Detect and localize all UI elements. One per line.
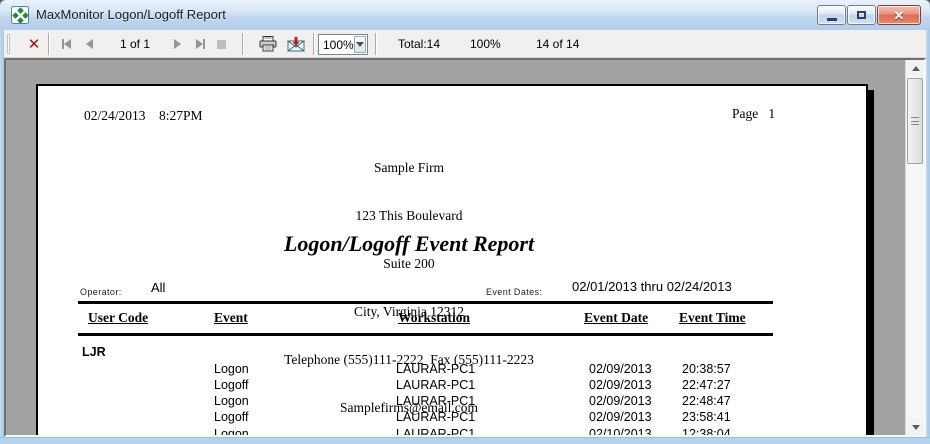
window-border-left <box>0 30 4 444</box>
cell-event-time: 20:38:57 <box>682 362 731 376</box>
operator-label: Operator: <box>80 287 122 297</box>
close-report-icon: ✕ <box>28 35 41 53</box>
window-border-right <box>926 30 930 444</box>
cell-workstation: LAURAR-PC1 <box>396 410 475 424</box>
column-header-event-time: Event Time <box>679 310 746 326</box>
header-rule-top <box>78 301 773 304</box>
app-window: MaxMonitor Logon/Logoff Report ✕ ✕ 1 of … <box>0 0 930 444</box>
print-button[interactable] <box>256 30 280 58</box>
report-viewer: 02/24/2013 8:27PM Page 1 Sample Firm 123… <box>4 58 926 437</box>
cell-event-time: 22:47:27 <box>682 378 731 392</box>
first-page-button[interactable] <box>56 30 76 58</box>
cell-event-time: 23:58:41 <box>682 410 731 424</box>
event-dates-value: 02/01/2013 thru 02/24/2013 <box>572 279 732 294</box>
export-envelope-icon <box>287 37 305 52</box>
load-progress-label: 100% <box>470 30 501 58</box>
restore-icon <box>857 11 866 19</box>
vertical-scrollbar[interactable] <box>905 60 924 435</box>
report-toolbar: ✕ 1 of 1 <box>4 30 926 58</box>
page-indicator: 1 of 1 <box>100 30 170 58</box>
close-window-button[interactable]: ✕ <box>877 5 921 25</box>
arrow-up-icon <box>912 66 920 71</box>
column-header-event: Event <box>214 310 248 326</box>
operator-value: All <box>151 280 165 295</box>
firm-name: Sample Firm <box>38 160 780 176</box>
cell-event: Logon <box>214 394 249 408</box>
group-user-code: LJR <box>82 345 106 359</box>
firm-suite: Suite 200 <box>38 256 780 272</box>
window-border-bottom <box>0 437 930 444</box>
page-number-value: 1 <box>768 106 775 121</box>
cell-event-time: 22:48:47 <box>682 394 731 408</box>
column-header-user-code: User Code <box>88 310 148 326</box>
cell-event: Logon <box>214 427 249 437</box>
column-header-workstation: Workstation <box>398 310 470 326</box>
previous-page-icon <box>86 39 93 49</box>
scrollbar-thumb[interactable] <box>907 78 923 164</box>
last-page-button[interactable] <box>190 30 210 58</box>
cell-workstation: LAURAR-PC1 <box>396 362 475 376</box>
titlebar: MaxMonitor Logon/Logoff Report ✕ <box>0 0 930 30</box>
app-icon <box>11 6 29 24</box>
total-records-label: Total:14 <box>398 30 440 58</box>
cell-event: Logon <box>214 362 249 376</box>
zoom-combobox[interactable]: 100% <box>318 34 368 55</box>
thumb-grip-icon <box>911 117 919 125</box>
next-page-icon <box>174 39 181 49</box>
report-page-number: Page 1 <box>732 106 775 122</box>
chevron-down-icon <box>356 42 364 47</box>
cell-event: Logoff <box>214 378 249 392</box>
separator <box>375 33 377 55</box>
column-header-event-date: Event Date <box>584 310 648 326</box>
separator <box>48 33 50 55</box>
restore-button[interactable] <box>847 5 876 25</box>
report-page: 02/24/2013 8:27PM Page 1 Sample Firm 123… <box>36 84 868 437</box>
scroll-down-button[interactable] <box>907 419 924 435</box>
cell-workstation: LAURAR-PC1 <box>396 427 475 437</box>
window-title: MaxMonitor Logon/Logoff Report <box>36 7 226 22</box>
close-report-button[interactable]: ✕ <box>22 30 46 58</box>
cell-event-date: 02/10/2013 <box>589 427 652 437</box>
report-generated-datetime: 02/24/2013 8:27PM <box>84 108 203 124</box>
firm-street: 123 This Boulevard <box>38 208 780 224</box>
report-title: Logon/Logoff Event Report <box>38 231 780 257</box>
printer-icon <box>259 36 277 52</box>
next-page-button[interactable] <box>168 30 186 58</box>
previous-page-button[interactable] <box>80 30 98 58</box>
header-rule-bottom <box>78 333 773 336</box>
arrow-down-icon <box>912 425 920 430</box>
export-button[interactable] <box>284 30 308 58</box>
event-dates-label: Event Dates: <box>486 287 542 297</box>
cell-workstation: LAURAR-PC1 <box>396 378 475 392</box>
scroll-up-button[interactable] <box>907 60 924 76</box>
cell-event-time: 12:38:04 <box>682 427 731 437</box>
toolbar-gripper[interactable] <box>7 34 10 54</box>
stop-loading-button[interactable] <box>212 30 230 58</box>
minimize-icon <box>827 18 837 21</box>
zoom-dropdown-button[interactable] <box>354 36 366 53</box>
first-page-arrow <box>64 39 71 49</box>
record-count-label: 14 of 14 <box>536 30 579 58</box>
cell-event: Logoff <box>214 410 249 424</box>
separator <box>313 33 315 55</box>
minimize-button[interactable] <box>817 5 846 25</box>
page-word: Page <box>732 106 758 121</box>
stop-icon <box>217 40 226 49</box>
last-page-arrow <box>196 39 203 49</box>
separator <box>242 33 244 55</box>
cell-workstation: LAURAR-PC1 <box>396 394 475 408</box>
zoom-value: 100% <box>319 38 354 52</box>
cell-event-date: 02/09/2013 <box>589 394 652 408</box>
cell-event-date: 02/09/2013 <box>589 362 652 376</box>
last-page-icon <box>203 39 205 49</box>
cell-event-date: 02/09/2013 <box>589 410 652 424</box>
close-icon: ✕ <box>894 9 905 22</box>
cell-event-date: 02/09/2013 <box>589 378 652 392</box>
